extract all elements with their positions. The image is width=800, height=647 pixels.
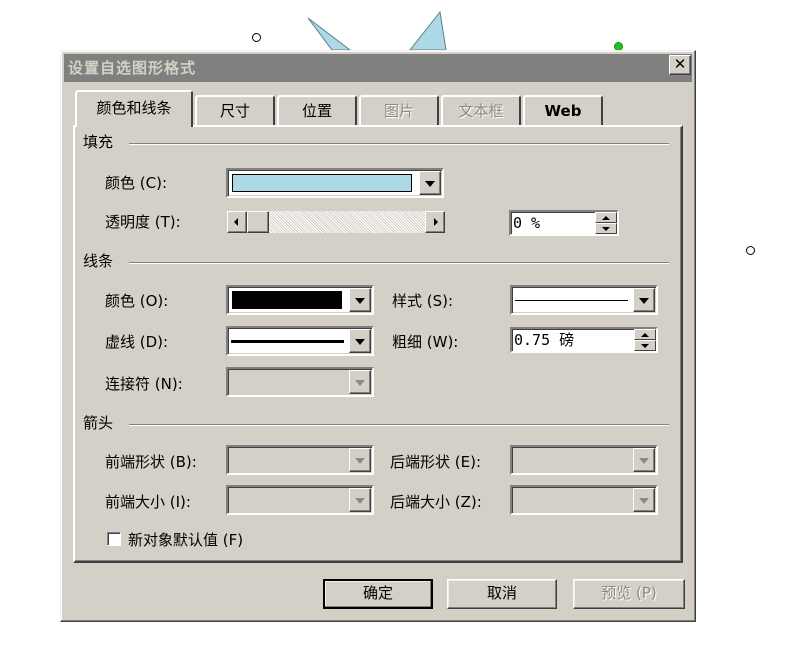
tab-textbox[interactable]: 文本框 — [441, 95, 521, 125]
chevron-down-icon[interactable] — [349, 370, 371, 394]
chevron-down-icon[interactable] — [349, 448, 371, 472]
tab-label: 颜色和线条 — [96, 99, 172, 117]
transparency-input[interactable]: 0 % — [509, 210, 619, 236]
selection-handle[interactable] — [746, 246, 755, 255]
chevron-down-icon[interactable] — [419, 171, 441, 195]
connector-label: 连接符 (N): — [105, 375, 183, 393]
close-icon: ✕ — [673, 55, 687, 73]
tab-label: 图片 — [383, 102, 414, 120]
transparency-value: 0 % — [513, 214, 541, 232]
line-color-combo[interactable] — [226, 285, 374, 315]
begin-size-label: 前端大小 (I): — [105, 493, 191, 511]
line-style-sample — [515, 300, 628, 301]
tab-web[interactable]: Web — [523, 95, 603, 125]
selection-handle[interactable] — [252, 33, 261, 42]
ok-button[interactable]: 确定 — [323, 579, 433, 609]
tab-picture[interactable]: 图片 — [359, 95, 439, 125]
dialog-title: 设置自选图形格式 — [68, 59, 197, 77]
ok-button-label: 确定 — [362, 584, 393, 602]
end-style-combo[interactable] — [510, 445, 658, 475]
cancel-button-label: 取消 — [486, 584, 517, 602]
fill-color-combo[interactable] — [226, 168, 444, 198]
slider-thumb[interactable] — [247, 211, 269, 233]
default-checkbox-label[interactable]: 新对象默认值 (F) — [128, 529, 243, 550]
chevron-down-icon[interactable] — [633, 488, 655, 512]
fill-section-title: 填充 — [83, 133, 114, 151]
dash-label: 虚线 (D): — [105, 333, 169, 351]
end-style-label: 后端形状 (E): — [390, 453, 482, 471]
dash-sample — [231, 340, 344, 343]
transparency-slider[interactable] — [227, 211, 445, 233]
spin-down-icon[interactable] — [595, 223, 617, 234]
tab-position[interactable]: 位置 — [277, 95, 357, 125]
format-autoshape-dialog: 设置自选图形格式 ✕ 颜色和线条 尺寸 位置 图片 文本框 Web 填充 颜色 … — [60, 50, 696, 622]
fill-color-label: 颜色 (C): — [105, 174, 167, 192]
arrows-divider — [129, 424, 669, 426]
end-size-combo[interactable] — [510, 485, 658, 515]
transparency-label: 透明度 (T): — [105, 213, 181, 231]
line-divider — [129, 262, 669, 264]
close-button[interactable]: ✕ — [669, 55, 691, 75]
tab-label: 位置 — [301, 102, 332, 120]
spin-up-icon[interactable] — [634, 329, 656, 340]
connector-combo[interactable] — [226, 367, 374, 397]
end-size-label: 后端大小 (Z): — [390, 493, 482, 511]
cancel-button[interactable]: 取消 — [447, 579, 557, 609]
tab-label: 尺寸 — [219, 102, 250, 120]
chevron-down-icon[interactable] — [349, 288, 371, 312]
line-color-label: 颜色 (O): — [105, 292, 169, 310]
dialog-titlebar[interactable]: 设置自选图形格式 — [64, 54, 692, 82]
arrows-section-title: 箭头 — [83, 414, 114, 432]
chevron-down-icon[interactable] — [633, 288, 655, 312]
begin-style-combo[interactable] — [226, 445, 374, 475]
chevron-down-icon[interactable] — [349, 488, 371, 512]
weight-input[interactable]: 0.75 磅 — [510, 327, 658, 353]
chevron-down-icon[interactable] — [633, 448, 655, 472]
scroll-left-icon[interactable] — [227, 211, 247, 233]
tab-label: Web — [544, 102, 582, 120]
default-checkbox[interactable] — [107, 532, 121, 546]
begin-style-label: 前端形状 (B): — [105, 453, 197, 471]
begin-size-combo[interactable] — [226, 485, 374, 515]
line-style-combo[interactable] — [510, 285, 658, 315]
tab-size[interactable]: 尺寸 — [195, 95, 275, 125]
spin-up-icon[interactable] — [595, 212, 617, 223]
line-section-title: 线条 — [83, 252, 114, 270]
scroll-right-icon[interactable] — [425, 211, 445, 233]
preview-button-label: 预览 (P) — [601, 584, 657, 602]
weight-value: 0.75 磅 — [514, 331, 575, 349]
preview-button[interactable]: 预览 (P) — [573, 579, 685, 609]
fill-color-swatch — [232, 174, 412, 192]
spin-down-icon[interactable] — [634, 340, 656, 351]
chevron-down-icon[interactable] — [349, 329, 371, 353]
dash-combo[interactable] — [226, 326, 374, 356]
tab-label: 文本框 — [458, 102, 504, 120]
line-color-swatch — [232, 291, 342, 309]
line-style-label: 样式 (S): — [392, 292, 454, 310]
tab-colors-and-lines[interactable]: 颜色和线条 — [75, 90, 193, 127]
weight-label: 粗细 (W): — [392, 333, 459, 351]
fill-divider — [129, 143, 669, 145]
